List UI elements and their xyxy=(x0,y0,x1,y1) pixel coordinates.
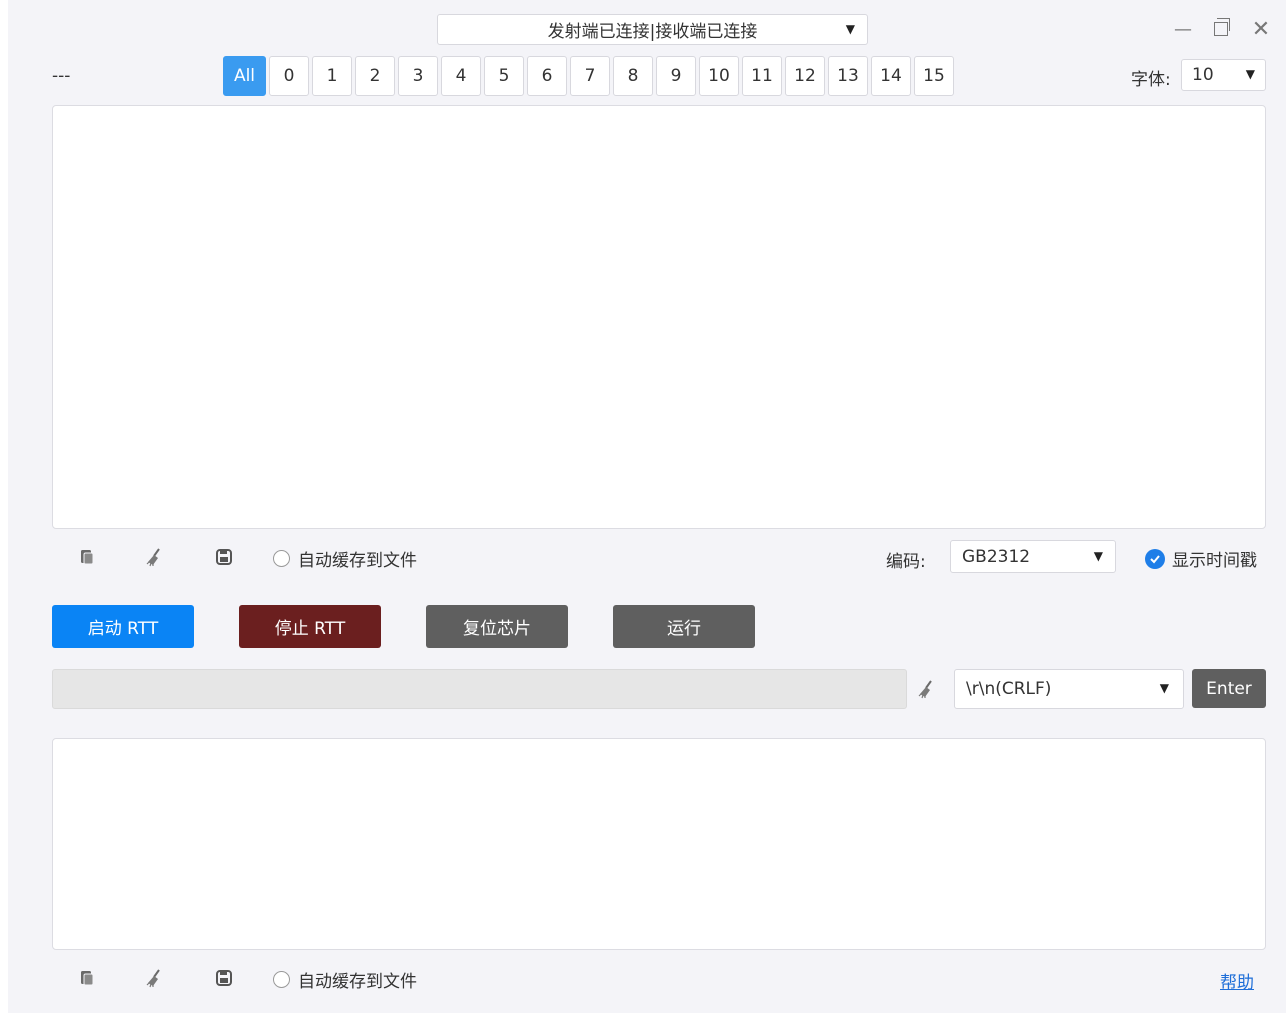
restore-icon xyxy=(1214,18,1230,36)
minimize-button[interactable]: — xyxy=(1168,14,1198,44)
checkmark-icon xyxy=(1145,548,1165,569)
auto-save-label: 自动缓存到文件 xyxy=(298,972,417,992)
channel-tab-9[interactable]: 9 xyxy=(656,56,696,96)
encoding-select[interactable]: GB2312 ▼ xyxy=(950,540,1116,573)
auto-save-label: 自动缓存到文件 xyxy=(298,551,417,571)
radio-circle xyxy=(273,971,290,988)
channel-tab-13[interactable]: 13 xyxy=(828,56,868,96)
line-ending-value: \r\n(CRLF) xyxy=(966,679,1052,699)
copy-icon[interactable] xyxy=(76,546,98,568)
auto-save-input-radio[interactable]: 自动缓存到文件 xyxy=(273,967,417,992)
channel-tab-1[interactable]: 1 xyxy=(312,56,352,96)
save-icon[interactable] xyxy=(213,967,235,989)
reset-chip-button[interactable]: 复位芯片 xyxy=(426,605,568,648)
clear-send-broom-icon[interactable] xyxy=(916,678,938,700)
channel-tabs: All 0 1 2 3 4 5 6 7 8 9 10 11 12 13 14 1… xyxy=(223,56,954,96)
channel-tab-0[interactable]: 0 xyxy=(269,56,309,96)
enter-button[interactable]: Enter xyxy=(1192,669,1266,708)
channel-tab-11[interactable]: 11 xyxy=(742,56,782,96)
maximize-button[interactable] xyxy=(1206,14,1236,44)
channel-tab-10[interactable]: 10 xyxy=(699,56,739,96)
clear-broom-icon[interactable] xyxy=(144,967,166,989)
channel-tab-8[interactable]: 8 xyxy=(613,56,653,96)
rtt-viewer-window: 发射端已连接|接收端已连接 ▼ — ✕ --- All 0 1 2 3 4 5 … xyxy=(8,0,1286,1013)
chevron-down-icon: ▼ xyxy=(845,22,855,36)
encoding-label: 编码: xyxy=(886,552,926,572)
minimize-icon: — xyxy=(1174,18,1192,40)
font-size-select[interactable]: 10 ▼ xyxy=(1181,59,1266,91)
connection-status-select[interactable]: 发射端已连接|接收端已连接 ▼ xyxy=(437,14,868,45)
channel-tab-3[interactable]: 3 xyxy=(398,56,438,96)
start-rtt-button[interactable]: 启动 RTT xyxy=(52,605,194,648)
copy-icon[interactable] xyxy=(76,967,98,989)
close-icon: ✕ xyxy=(1251,16,1271,42)
send-input[interactable] xyxy=(52,669,907,709)
clear-broom-icon[interactable] xyxy=(144,546,166,568)
auto-save-output-radio[interactable]: 自动缓存到文件 xyxy=(273,546,417,571)
channel-tab-15[interactable]: 15 xyxy=(914,56,954,96)
chevron-down-icon: ▼ xyxy=(1245,67,1255,81)
channel-tab-14[interactable]: 14 xyxy=(871,56,911,96)
output-log-area[interactable] xyxy=(52,105,1266,529)
device-label: --- xyxy=(52,66,71,86)
channel-tab-all[interactable]: All xyxy=(223,56,266,96)
connection-status-text: 发射端已连接|接收端已连接 xyxy=(547,22,758,42)
channel-tab-12[interactable]: 12 xyxy=(785,56,825,96)
input-log-area[interactable] xyxy=(52,738,1266,950)
run-button[interactable]: 运行 xyxy=(613,605,755,648)
chevron-down-icon: ▼ xyxy=(1159,681,1169,695)
help-link[interactable]: 帮助 xyxy=(1220,968,1254,993)
chevron-down-icon: ▼ xyxy=(1093,549,1103,563)
radio-circle xyxy=(273,550,290,567)
show-timestamp-checkbox[interactable]: 显示时间戳 xyxy=(1145,546,1257,571)
stop-rtt-button[interactable]: 停止 RTT xyxy=(239,605,381,648)
encoding-value: GB2312 xyxy=(962,546,1031,567)
channel-tab-7[interactable]: 7 xyxy=(570,56,610,96)
channel-tab-6[interactable]: 6 xyxy=(527,56,567,96)
save-icon[interactable] xyxy=(213,546,235,568)
show-timestamp-label: 显示时间戳 xyxy=(1172,551,1257,571)
channel-tab-2[interactable]: 2 xyxy=(355,56,395,96)
line-ending-select[interactable]: \r\n(CRLF) ▼ xyxy=(954,669,1184,709)
font-size-value: 10 xyxy=(1192,65,1214,85)
channel-tab-5[interactable]: 5 xyxy=(484,56,524,96)
close-button[interactable]: ✕ xyxy=(1246,14,1276,44)
channel-tab-4[interactable]: 4 xyxy=(441,56,481,96)
font-size-label: 字体: xyxy=(1131,70,1171,90)
